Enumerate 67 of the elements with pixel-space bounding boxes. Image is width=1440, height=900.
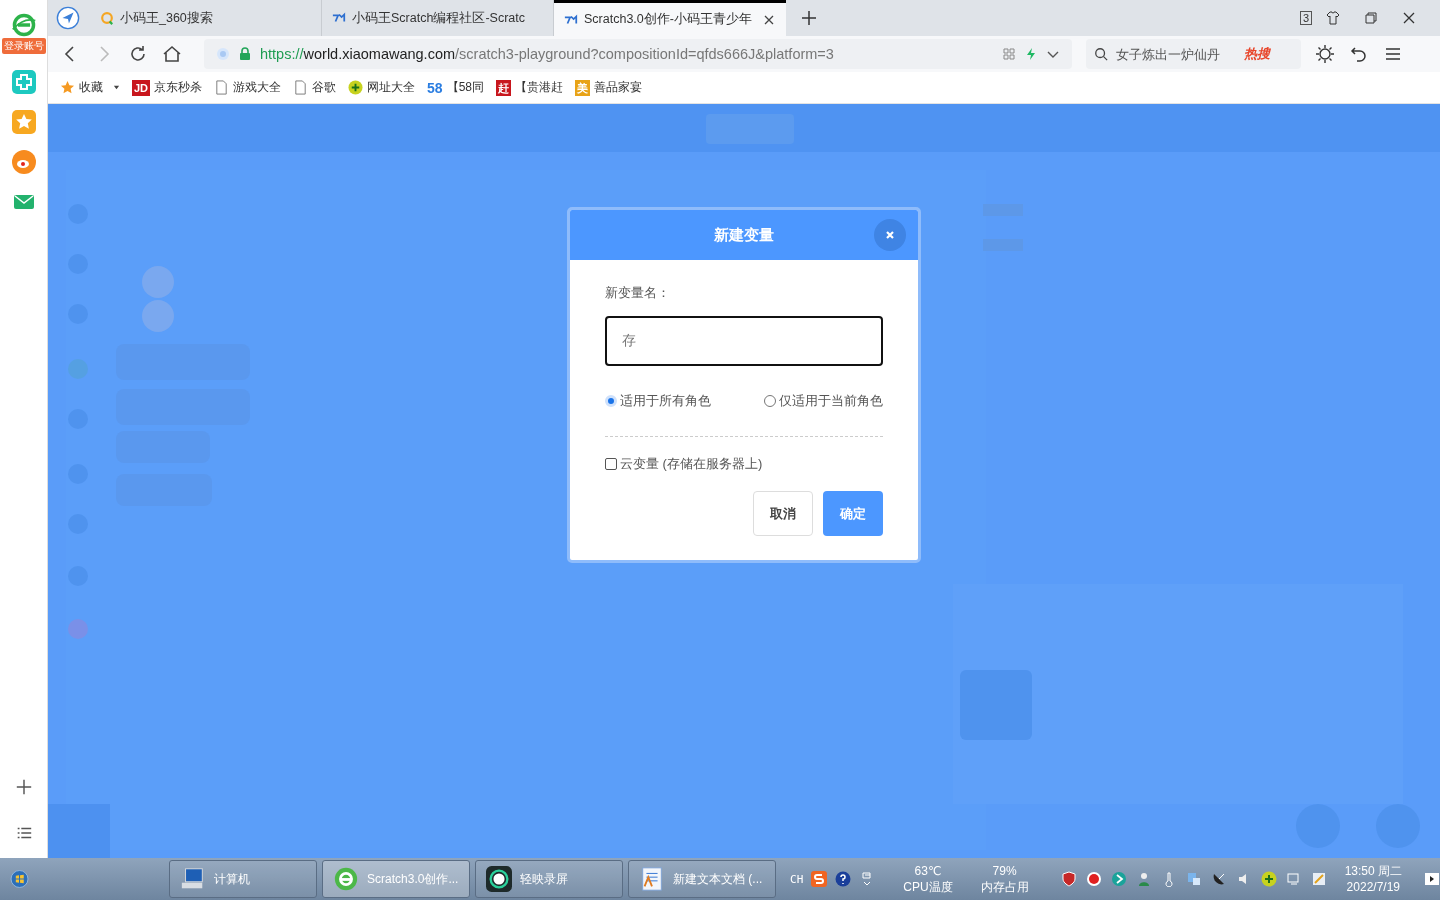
home-icon[interactable] — [162, 44, 182, 64]
bookmark[interactable]: 谷歌 — [293, 79, 337, 96]
record-icon — [486, 866, 513, 892]
cpu-temperature: 63℃ — [914, 863, 942, 879]
cloud-variable-checkbox[interactable]: 云变量 (存储在服务器上) — [605, 455, 883, 473]
shirt-icon[interactable] — [1326, 11, 1340, 25]
address-bar[interactable]: https://world.xiaomawang.com/scratch3-playground?compositionId=qfds666J&platform=3 — [204, 39, 1072, 69]
bookmark[interactable]: 网址大全 — [348, 79, 416, 96]
variable-name-label: 新变量名： — [605, 284, 671, 302]
caret-icon — [113, 84, 120, 91]
bookmark[interactable]: 58 【58同 — [427, 79, 484, 96]
bookmark[interactable]: 收藏 — [60, 79, 120, 96]
close-icon[interactable] — [1402, 11, 1416, 25]
site-logo-icon — [564, 12, 578, 27]
sun-icon[interactable] — [1315, 44, 1335, 64]
bookmark-logo: 赶 — [496, 79, 511, 96]
plus-circle-icon — [348, 80, 364, 95]
close-button[interactable] — [874, 219, 906, 251]
pencil-icon[interactable] — [1310, 871, 1327, 887]
plus-circle-icon[interactable] — [1260, 871, 1277, 887]
lock-icon — [238, 47, 252, 61]
play-icon[interactable] — [1110, 871, 1127, 887]
trending-badge[interactable]: 热搜 — [1244, 45, 1270, 63]
new-tab-icon[interactable] — [802, 11, 816, 25]
cross-icon[interactable] — [11, 70, 36, 94]
record-icon[interactable] — [1085, 871, 1102, 887]
monitor-icon[interactable] — [1285, 871, 1302, 887]
tab-count[interactable]: 3 — [1299, 11, 1312, 25]
radio-button[interactable] — [764, 395, 776, 407]
bookmark[interactable]: 赶 【贵港赶 — [496, 79, 563, 96]
search-logo-icon — [100, 11, 114, 25]
memory-usage-label: 内存占用 — [980, 879, 1029, 895]
plus-icon[interactable] — [14, 778, 33, 796]
bookmark[interactable]: 美 善品家宴 — [575, 79, 642, 96]
star-icon — [60, 80, 75, 95]
checkbox[interactable] — [605, 458, 617, 470]
site-logo-icon — [332, 11, 346, 25]
sogou-icon[interactable] — [811, 871, 828, 887]
lightning-icon[interactable] — [1024, 47, 1038, 61]
reload-icon[interactable] — [128, 44, 148, 64]
bookmark[interactable]: JD 京东秒杀 — [132, 79, 203, 96]
browser-logo-icon[interactable] — [9, 12, 38, 38]
memory-usage: 79% — [992, 863, 1017, 879]
scope-radio[interactable]: 适用于所有角色 — [605, 392, 711, 410]
scope-radio[interactable]: 仅适用于当前角色 — [764, 392, 883, 410]
undo-icon[interactable] — [1349, 44, 1369, 64]
browser-logo-icon — [333, 866, 360, 892]
bookmark-logo: 58 — [427, 79, 443, 96]
bookmark-logo: 美 — [575, 79, 590, 96]
close-tab-icon[interactable] — [764, 14, 774, 25]
search-field[interactable]: 女子炼出一炉仙丹 热搜 — [1086, 39, 1301, 69]
bookmark-logo: JD — [132, 79, 151, 96]
page-icon — [214, 80, 230, 95]
cancel-button[interactable]: 取消 — [753, 491, 813, 536]
navigation-icon[interactable] — [56, 6, 80, 30]
restore-icon[interactable] — [1364, 11, 1378, 25]
variable-name-field[interactable]: 存 — [605, 316, 883, 366]
bookmark[interactable]: 游戏大全 — [214, 79, 282, 96]
dialog-title: 新建变量 — [714, 225, 774, 245]
page-icon — [293, 80, 309, 95]
qr-code-icon[interactable] — [1002, 47, 1016, 61]
cpu-temperature-label: CPU温度 — [903, 879, 953, 895]
close-icon — [885, 230, 895, 240]
browser-tab[interactable]: Scratch3.0创作-小码王青少年 — [554, 0, 786, 36]
help-icon[interactable] — [835, 871, 852, 887]
search-icon — [1094, 47, 1108, 61]
notification-icon[interactable] — [1424, 871, 1440, 887]
